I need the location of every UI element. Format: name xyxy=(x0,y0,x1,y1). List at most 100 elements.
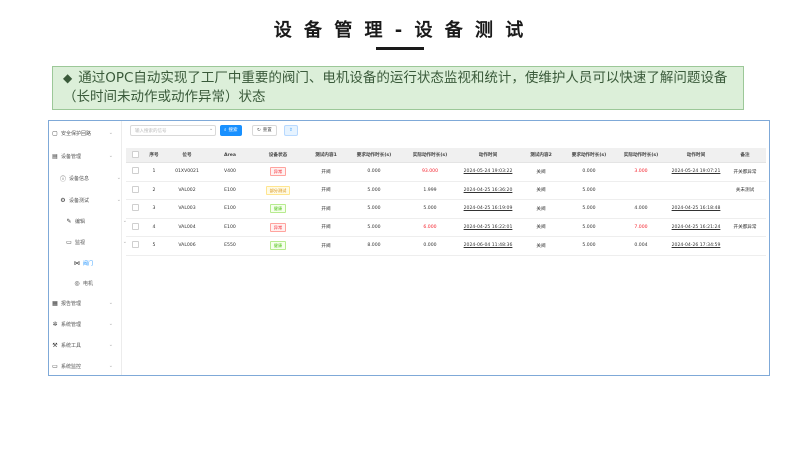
table-cell: 0.000 xyxy=(346,162,402,182)
table-row[interactable]: 2 VAL002 E100 部分测试 开阀 5.000 1.999 2024-04-25 16… xyxy=(126,181,766,200)
table-cell: 2024-04-25 16:22:01 xyxy=(458,218,518,237)
cell-text: 0.000 xyxy=(582,169,596,175)
table-cell: 5.000 xyxy=(346,181,402,200)
row-checkbox[interactable] xyxy=(126,199,144,219)
cell-text: 2 xyxy=(152,187,156,193)
table-cell: 开阀 xyxy=(306,236,346,256)
row-checkbox[interactable] xyxy=(126,218,144,237)
sidebar-item-label: 监视 xyxy=(75,239,86,246)
cell-text: 5 xyxy=(152,243,156,249)
sidebar-item-11[interactable]: ▭ 系统监控 ⌄ xyxy=(49,359,121,373)
sidebar-item-2[interactable]: ⓘ 设备信息 ⌄ xyxy=(49,171,129,185)
table-cell: 2024-05-24 19:07:21 xyxy=(668,162,724,182)
status-badge: 部分测试 xyxy=(265,185,291,195)
table-cell: 异常 xyxy=(250,218,306,237)
gear-icon: ✲ xyxy=(52,320,58,328)
cell-text: 0.000 xyxy=(367,169,381,175)
select-all-checkbox[interactable] xyxy=(126,148,144,163)
table-cell: E100 xyxy=(210,181,250,200)
table-cell: 2024-05-24 19:03:22 xyxy=(458,162,518,182)
column-header[interactable]: 动作时间 xyxy=(668,148,724,163)
search-button[interactable]: ⌕ 搜索 xyxy=(220,125,242,136)
chevron-down-icon: ⌄ xyxy=(108,300,113,306)
table-row[interactable]: 4 VAL004 E100 异常 开阀 5.000 6.000 2024-04-25 16:2… xyxy=(126,218,766,237)
sidebar-item-8[interactable]: ▦ 报告管理 ⌄ xyxy=(49,296,121,310)
upload-button[interactable]: ⇪ xyxy=(284,125,298,136)
cell-text: 关阀 xyxy=(536,169,546,175)
cell-text: 开阀 xyxy=(321,169,331,175)
chevron-down-icon: ⌄ xyxy=(108,153,113,159)
table-cell: 开阀 xyxy=(306,218,346,237)
table-cell: 2024-04-25 16:36:20 xyxy=(458,181,518,200)
column-header[interactable]: 实际动作时长(s) xyxy=(402,148,458,163)
table-cell: 2 xyxy=(144,181,164,200)
status-badge: 健康 xyxy=(269,241,287,251)
sidebar-item-1[interactable]: ▤ 设备管理 ⌄ xyxy=(49,149,121,163)
cell-text: 5.000 xyxy=(367,187,381,193)
cell-text: 2024-06-04 11:48:36 xyxy=(463,243,513,249)
sidebar-item-10[interactable]: ⚒ 系统工具 ⌄ xyxy=(49,338,121,352)
cell-text: 5.000 xyxy=(582,187,596,193)
cell-text: 关阀 xyxy=(536,206,546,212)
column-header[interactable]: 设备状态 xyxy=(250,148,306,163)
sidebar-item-3[interactable]: ⚙ 设备测试 ⌄ xyxy=(49,193,129,207)
row-checkbox[interactable] xyxy=(126,236,144,256)
cell-text: 5.000 xyxy=(423,206,437,212)
row-checkbox[interactable] xyxy=(126,162,144,182)
column-header[interactable]: 动作时间 xyxy=(458,148,518,163)
table-cell: 8.000 xyxy=(346,236,402,256)
sidebar-item-label: 设备信息 xyxy=(69,175,90,182)
sidebar-item-label: 阀门 xyxy=(83,260,94,267)
column-header[interactable]: 要求动作时长(s) xyxy=(346,148,402,163)
chevron-down-icon[interactable]: ⌄ xyxy=(209,126,213,132)
tool-icon: ⚒ xyxy=(52,341,58,349)
column-header[interactable]: 序号 xyxy=(144,148,164,163)
table-row[interactable]: 1 01XV0021 V400 异常 开阀 0.000 93.000 2024-05-24 1… xyxy=(126,162,766,182)
cell-text: 5.000 xyxy=(582,206,596,212)
column-header[interactable]: Area xyxy=(210,148,250,163)
table-cell: 开阀 xyxy=(306,199,346,219)
column-header[interactable]: 测试内容1 xyxy=(306,148,346,163)
table-cell: 2024-04-26 17:34:59 xyxy=(668,236,724,256)
cell-text: 开关都异常 xyxy=(733,169,757,175)
column-header[interactable]: 位号 xyxy=(164,148,210,163)
cell-text: VAL003 xyxy=(178,206,196,212)
table-cell: 2024-06-04 11:48:36 xyxy=(458,236,518,256)
column-header[interactable]: 测试内容2 xyxy=(518,148,564,163)
table-row[interactable]: 5 VAL006 E550 健康 开阀 8.000 0.000 2024-06-04 11:4… xyxy=(126,236,766,256)
column-header[interactable]: 备注 xyxy=(724,148,766,163)
sidebar-item-9[interactable]: ✲ 系统管理 ⌄ xyxy=(49,317,121,331)
device-test-table: 序号 位号 Area 设备状态 测试内容1 要求动作时长(s) 实际动作时长(s) 动作时间测… xyxy=(126,148,766,256)
status-badge: 健康 xyxy=(269,204,287,214)
cell-text: 5.000 xyxy=(367,206,381,212)
cell-text: V400 xyxy=(224,169,236,175)
table-cell: 5 xyxy=(144,236,164,256)
folder-icon: ▤ xyxy=(52,152,58,160)
table-cell: 关阀 xyxy=(518,236,564,256)
cell-text: VAL002 xyxy=(178,187,196,193)
column-header[interactable]: 实际动作时长(s) xyxy=(614,148,668,163)
chevron-down-icon: ⌄ xyxy=(108,130,113,136)
cell-text: 开阀 xyxy=(321,243,331,249)
cell-text: 2024-04-25 16:19:09 xyxy=(463,206,513,212)
column-header[interactable]: 要求动作时长(s) xyxy=(564,148,614,163)
search-input[interactable]: 输入搜索的信号 xyxy=(130,125,216,136)
table-cell xyxy=(724,236,766,256)
sidebar-item-label: 系统管理 xyxy=(61,321,82,328)
chevron-down-icon: ⌄ xyxy=(116,175,121,181)
row-checkbox[interactable] xyxy=(126,181,144,200)
cell-text: 8.000 xyxy=(367,243,381,249)
table-cell: 0.000 xyxy=(564,162,614,182)
table-row[interactable]: 3 VAL003 E100 健康 开阀 5.000 5.000 2024-04-25 16:1… xyxy=(126,199,766,219)
cell-text: 4.000 xyxy=(634,206,648,212)
reset-button[interactable]: ↻ 重置 xyxy=(252,125,277,136)
sidebar-item-0[interactable]: ▢ 安全保护回路 ⌄ xyxy=(49,126,121,140)
table-cell: 开关都异常 xyxy=(724,218,766,237)
table-cell: VAL003 xyxy=(164,199,210,219)
edit-icon: ✎ xyxy=(66,217,72,225)
table-cell: 0.000 xyxy=(402,236,458,256)
refresh-icon: ↻ xyxy=(257,128,261,133)
cell-text: 5.000 xyxy=(582,243,596,249)
sidebar-item-label: 编辑 xyxy=(75,218,86,225)
status-badge: 异常 xyxy=(269,222,287,232)
